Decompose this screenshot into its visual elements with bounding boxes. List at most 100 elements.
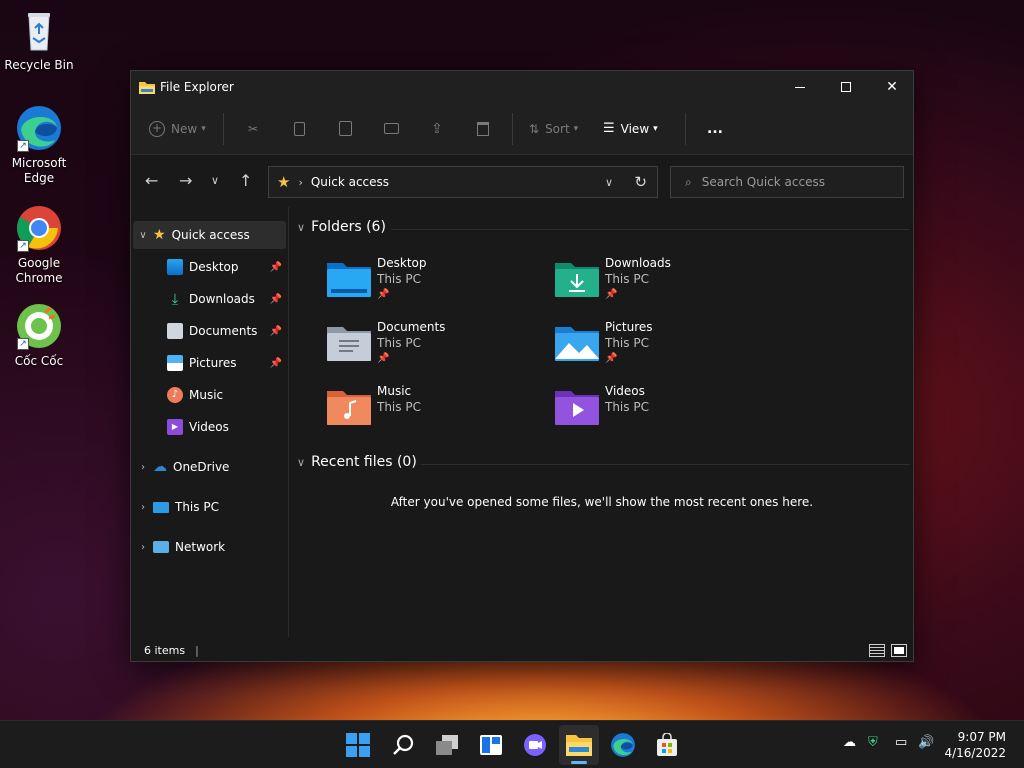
search-icon: ⌕ [685, 174, 692, 189]
cloud-icon: ☁ [153, 459, 167, 475]
close-button[interactable]: ✕ [869, 71, 915, 103]
title-bar[interactable]: File Explorer ✕ [131, 71, 913, 103]
chevron-down-icon: ∨ [297, 220, 306, 234]
breadcrumb-quick-access[interactable]: Quick access [311, 175, 389, 189]
share-button[interactable]: ⇪ [414, 113, 460, 145]
coccoc-icon: ↗ [15, 302, 63, 350]
chevron-right-icon[interactable]: › [133, 462, 153, 473]
delete-button[interactable] [460, 113, 506, 145]
nav-item-network[interactable]: › Network [133, 533, 286, 561]
view-label: View [620, 121, 650, 136]
folder-tile-desktop[interactable]: Desktop This PC 📌 [327, 255, 547, 311]
nav-label: Videos [189, 420, 229, 434]
recent-locations-button[interactable]: ∨ [211, 174, 219, 187]
section-divider [391, 229, 909, 230]
tiles-view-button[interactable] [891, 643, 907, 657]
chevron-down-icon: ▾ [653, 123, 658, 134]
recent-files-section-header[interactable]: ∨ Recent files (0) [297, 454, 417, 470]
forward-button[interactable]: → [179, 171, 192, 190]
clock[interactable]: 9:07 PM 4/16/2022 [944, 729, 1006, 761]
edge-icon: ↗ [15, 104, 63, 152]
nav-item-documents[interactable]: Documents 📌 [133, 317, 286, 345]
desktop-icon-coccoc[interactable]: ↗ Cốc Cốc [4, 302, 74, 369]
chevron-right-icon[interactable]: › [133, 542, 153, 553]
windows-security-icon[interactable]: ⛨ [868, 735, 878, 750]
nav-item-videos[interactable]: ▶ Videos [133, 413, 286, 441]
address-bar[interactable]: ★ › Quick access ∨ ↻ [268, 166, 658, 198]
file-explorer-taskbar-button[interactable] [559, 725, 599, 765]
chevron-right-icon[interactable]: › [133, 502, 153, 513]
nav-label: Pictures [189, 356, 237, 370]
up-button[interactable]: ↑ [239, 171, 252, 190]
volume-icon[interactable]: 🔊 [918, 735, 934, 750]
nav-item-onedrive[interactable]: › ☁ OneDrive [133, 453, 286, 481]
view-button[interactable]: ☰ View ▾ [599, 113, 679, 145]
nav-item-this-pc[interactable]: › This PC [133, 493, 286, 521]
desktop-icon-chrome[interactable]: ↗ Google Chrome [4, 204, 74, 286]
folder-name: Downloads [605, 256, 671, 270]
new-button[interactable]: + New ▾ [149, 113, 217, 145]
edge-icon [611, 733, 635, 757]
folder-tile-downloads[interactable]: Downloads This PC 📌 [555, 255, 775, 311]
address-dropdown-icon[interactable]: ∨ [605, 176, 613, 189]
refresh-icon[interactable]: ↻ [634, 173, 647, 191]
folder-tile-music[interactable]: Music This PC [327, 383, 547, 439]
status-separator: | [195, 643, 199, 657]
sort-button[interactable]: ⇅ Sort ▾ [519, 113, 599, 145]
chevron-down-icon[interactable]: ∨ [133, 230, 153, 241]
clock-time: 9:07 PM [957, 730, 1006, 744]
recycle-bin-icon [15, 6, 63, 54]
nav-label: Desktop [189, 260, 239, 274]
search-taskbar-button[interactable] [383, 725, 423, 765]
documents-folder-icon [327, 325, 371, 361]
pin-icon: 📌 [269, 325, 282, 337]
folder-location: This PC [605, 400, 649, 414]
scissors-icon: ✂ [247, 121, 259, 136]
copy-button[interactable] [276, 113, 322, 145]
nav-item-pictures[interactable]: Pictures 📌 [133, 349, 286, 377]
forward-arrow-icon: → [179, 171, 193, 190]
nav-item-desktop[interactable]: Desktop 📌 [133, 253, 286, 281]
store-taskbar-button[interactable] [647, 725, 687, 765]
download-icon: ⤓ [171, 290, 179, 308]
cut-button[interactable]: ✂ [230, 113, 276, 145]
pin-icon: 📌 [605, 289, 618, 300]
onedrive-offline-icon[interactable]: ☁ [843, 735, 856, 750]
nav-label: OneDrive [173, 460, 230, 474]
start-button[interactable] [338, 725, 378, 765]
chrome-icon: ↗ [15, 204, 63, 252]
search-box[interactable]: ⌕ Search Quick access [670, 166, 904, 198]
star-icon: ★ [277, 173, 291, 191]
more-options-button[interactable]: ... [692, 113, 738, 145]
details-view-button[interactable] [869, 643, 885, 657]
folder-tile-videos[interactable]: Videos This PC [555, 383, 775, 439]
desktop-icon-label: Recycle Bin [4, 58, 74, 72]
maximize-button[interactable] [823, 71, 869, 103]
folders-section-header[interactable]: ∨ Folders (6) [297, 219, 386, 235]
nav-label: This PC [175, 500, 219, 514]
folder-tile-pictures[interactable]: Pictures This PC 📌 [555, 319, 775, 375]
chat-icon [524, 734, 546, 756]
folder-name: Documents [377, 320, 446, 334]
back-button[interactable]: ← [145, 171, 158, 190]
teams-chat-button[interactable] [515, 725, 555, 765]
network-icon[interactable]: ▭ [895, 735, 907, 750]
folder-tile-documents[interactable]: Documents This PC 📌 [327, 319, 547, 375]
folder-location: This PC [605, 336, 649, 350]
desktop-folder-icon [167, 259, 183, 275]
desktop-icon-edge[interactable]: ↗ Microsoft Edge [4, 104, 74, 186]
minimize-button[interactable] [777, 71, 823, 103]
desktop-icon-recycle-bin[interactable]: Recycle Bin [4, 6, 74, 73]
recent-empty-message: After you've opened some files, we'll sh… [390, 495, 814, 509]
task-view-button[interactable] [427, 725, 467, 765]
content-pane: ∨ Folders (6) Desktop This PC 📌 Download… [291, 207, 913, 637]
toolbar-separator [223, 112, 224, 145]
nav-item-music[interactable]: ♪ Music [133, 381, 286, 409]
rename-button[interactable] [368, 113, 414, 145]
nav-item-downloads[interactable]: ⤓ Downloads 📌 [133, 285, 286, 313]
edge-taskbar-button[interactable] [603, 725, 643, 765]
nav-item-quick-access[interactable]: ∨ ★ Quick access [133, 221, 286, 249]
nav-label: Network [175, 540, 226, 554]
widgets-button[interactable] [471, 725, 511, 765]
paste-button[interactable] [322, 113, 368, 145]
